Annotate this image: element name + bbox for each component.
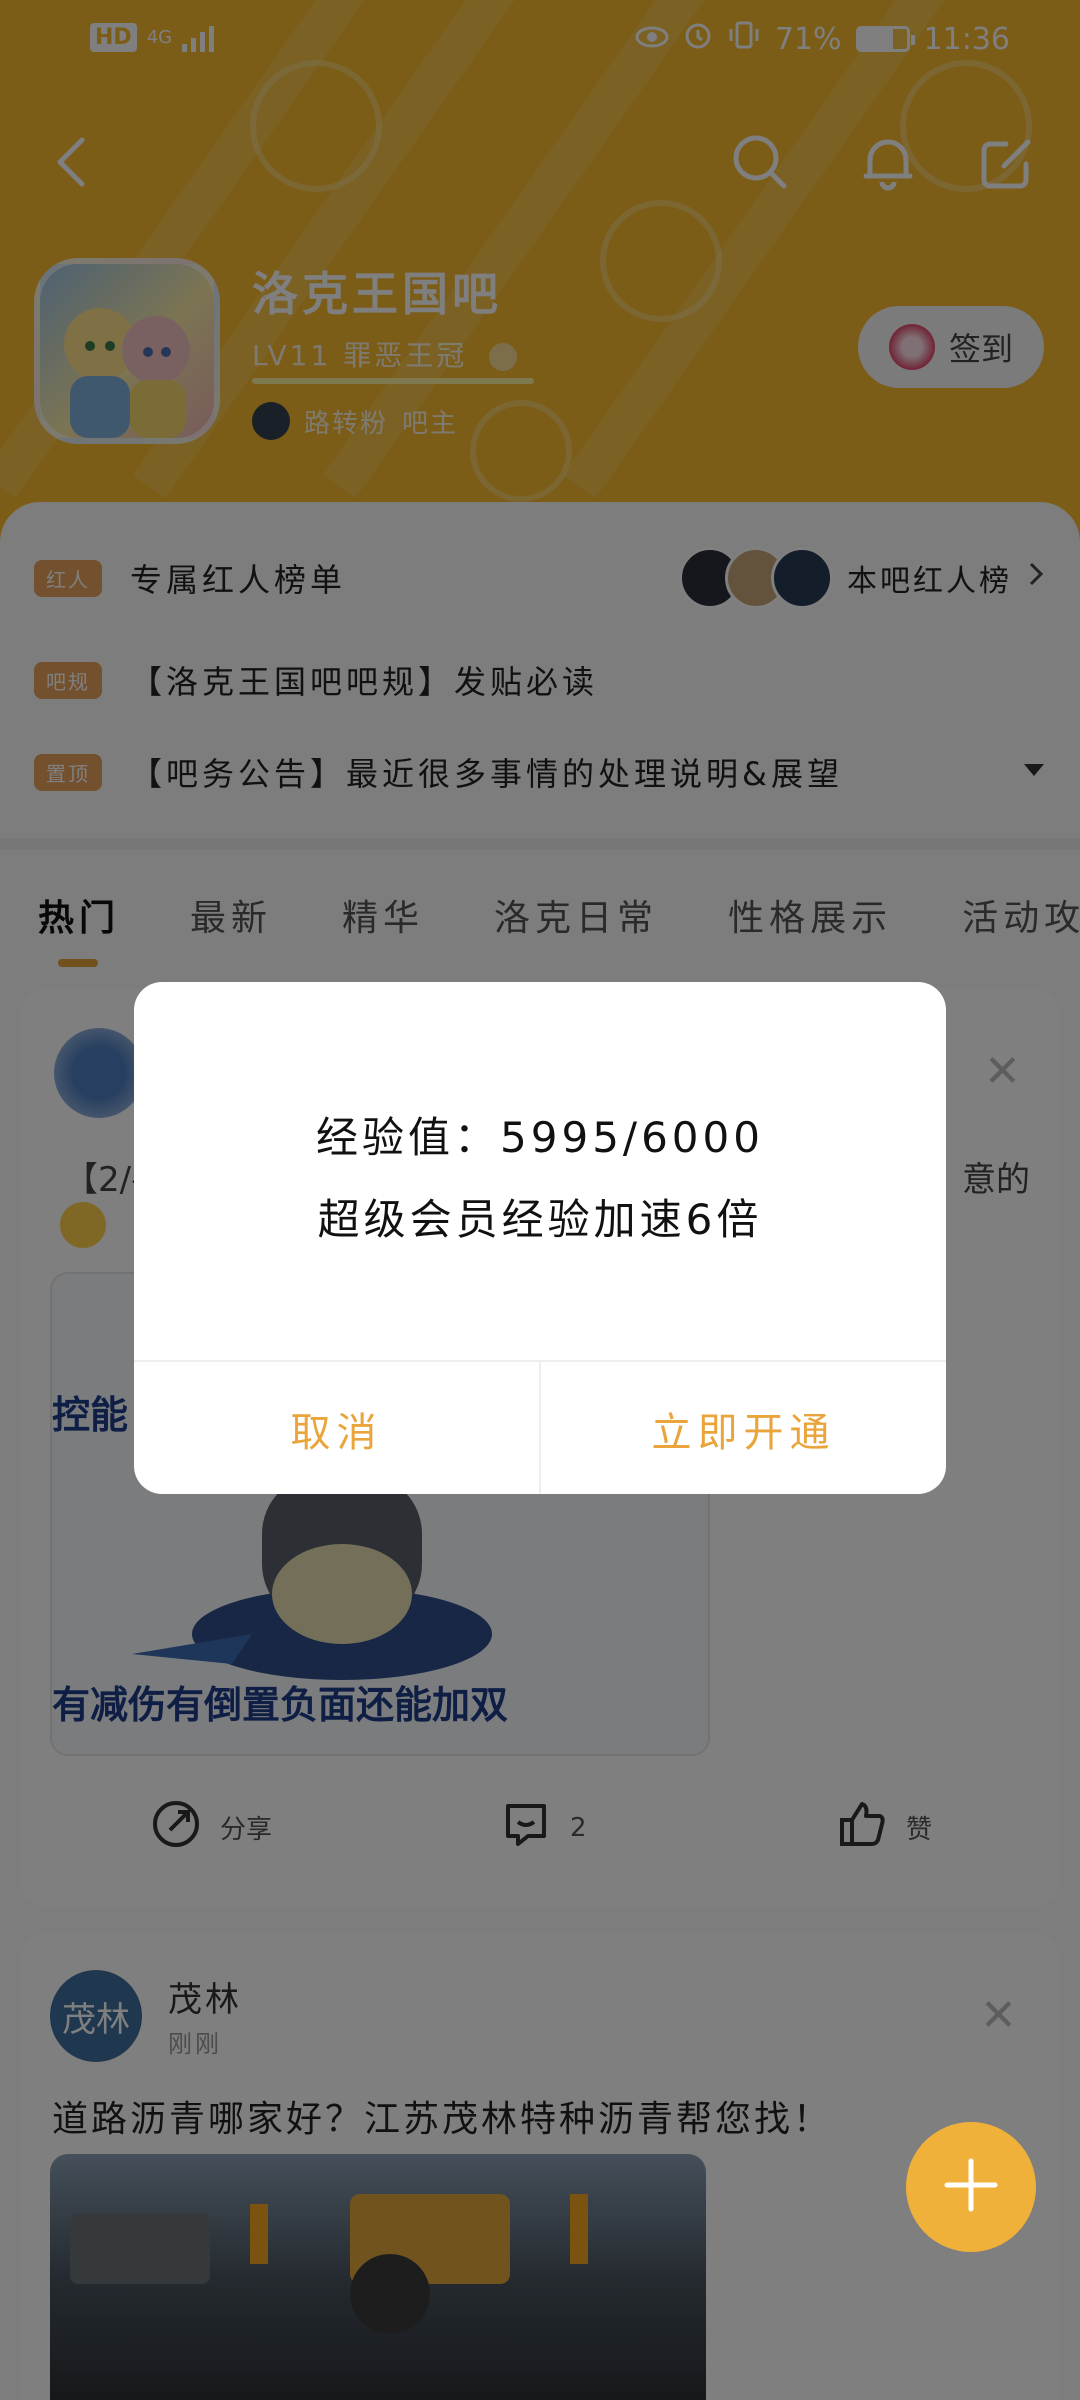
exp-value: 经验值：5995/6000 xyxy=(316,1113,764,1162)
vip-boost-text: 超级会员经验加速6倍 xyxy=(317,1195,763,1244)
dialog-buttons: 取消 立即开通 xyxy=(134,1360,946,1494)
cancel-button[interactable]: 取消 xyxy=(134,1362,539,1494)
new-post-button[interactable] xyxy=(906,2122,1036,2252)
plus-icon xyxy=(941,2155,1001,2219)
vip-dialog: 经验值：5995/6000 超级会员经验加速6倍 取消 立即开通 xyxy=(134,982,946,1494)
activate-button[interactable]: 立即开通 xyxy=(539,1362,946,1494)
